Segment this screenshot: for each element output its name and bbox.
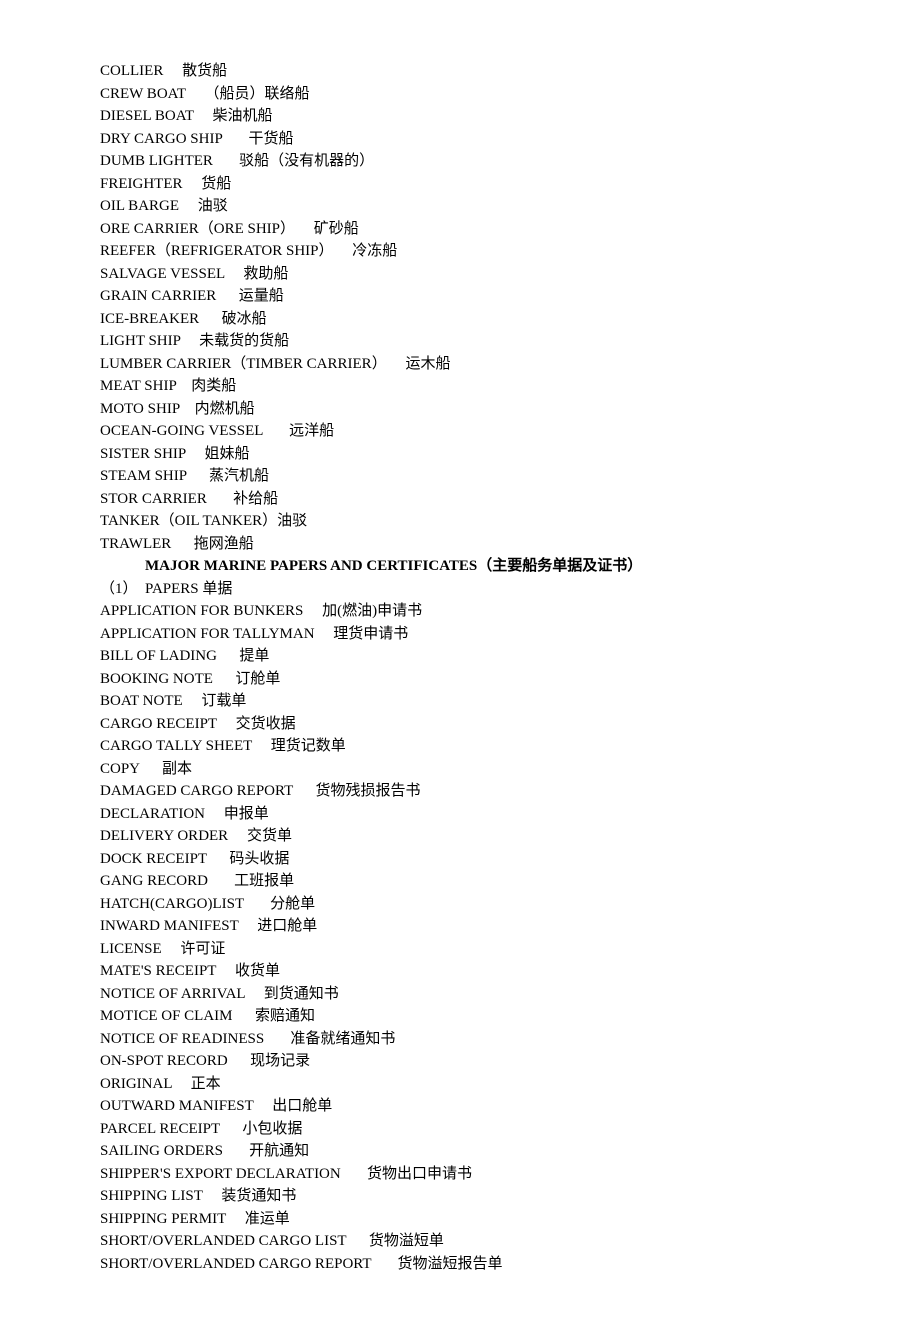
text-line: SHIPPING PERMIT 准运单 — [100, 1208, 820, 1231]
text-line: MATE'S RECEIPT 收货单 — [100, 960, 820, 983]
text-line: HATCH(CARGO)LIST 分舱单 — [100, 893, 820, 916]
text-line: TRAWLER 拖网渔船 — [100, 533, 820, 556]
text-line: COPY 副本 — [100, 758, 820, 781]
text-line: APPLICATION FOR BUNKERS 加(燃油)申请书 — [100, 600, 820, 623]
text-line: DELIVERY ORDER 交货单 — [100, 825, 820, 848]
text-line: INWARD MANIFEST 进口舱单 — [100, 915, 820, 938]
text-line: STOR CARRIER 补给船 — [100, 488, 820, 511]
text-line: TANKER（OIL TANKER）油驳 — [100, 510, 820, 533]
text-line: DECLARATION 申报单 — [100, 803, 820, 826]
text-line: STEAM SHIP 蒸汽机船 — [100, 465, 820, 488]
text-line: ORE CARRIER（ORE SHIP） 矿砂船 — [100, 218, 820, 241]
text-line: MAJOR MARINE PAPERS AND CERTIFICATES（主要船… — [100, 555, 820, 578]
text-line: SHORT/OVERLANDED CARGO REPORT 货物溢短报告单 — [100, 1253, 820, 1276]
text-line: DIESEL BOAT 柴油机船 — [100, 105, 820, 128]
text-line: CARGO RECEIPT 交货收据 — [100, 713, 820, 736]
text-line: BOOKING NOTE 订舱单 — [100, 668, 820, 691]
text-line: LUMBER CARRIER（TIMBER CARRIER） 运木船 — [100, 353, 820, 376]
text-line: PARCEL RECEIPT 小包收据 — [100, 1118, 820, 1141]
text-line: COLLIER 散货船 — [100, 60, 820, 83]
document-content: COLLIER 散货船CREW BOAT （船员）联络船DIESEL BOAT … — [100, 60, 820, 1275]
text-line: BILL OF LADING 提单 — [100, 645, 820, 668]
text-line: GANG RECORD 工班报单 — [100, 870, 820, 893]
text-line: OCEAN-GOING VESSEL 远洋船 — [100, 420, 820, 443]
text-line: SHORT/OVERLANDED CARGO LIST 货物溢短单 — [100, 1230, 820, 1253]
text-line: OIL BARGE 油驳 — [100, 195, 820, 218]
text-line: MEAT SHIP 肉类船 — [100, 375, 820, 398]
text-line: MOTICE OF CLAIM 索赔通知 — [100, 1005, 820, 1028]
text-line: SALVAGE VESSEL 救助船 — [100, 263, 820, 286]
text-line: SAILING ORDERS 开航通知 — [100, 1140, 820, 1163]
text-line: GRAIN CARRIER 运量船 — [100, 285, 820, 308]
text-line: CARGO TALLY SHEET 理货记数单 — [100, 735, 820, 758]
text-line: REEFER（REFRIGERATOR SHIP） 冷冻船 — [100, 240, 820, 263]
text-line: ON-SPOT RECORD 现场记录 — [100, 1050, 820, 1073]
text-line: BOAT NOTE 订载单 — [100, 690, 820, 713]
text-line: MOTO SHIP 内燃机船 — [100, 398, 820, 421]
text-line: DUMB LIGHTER 驳船（没有机器的） — [100, 150, 820, 173]
text-line: SHIPPING LIST 装货通知书 — [100, 1185, 820, 1208]
text-line: LIGHT SHIP 未载货的货船 — [100, 330, 820, 353]
text-line: SISTER SHIP 姐妹船 — [100, 443, 820, 466]
text-line: DRY CARGO SHIP 干货船 — [100, 128, 820, 151]
text-line: DAMAGED CARGO REPORT 货物残损报告书 — [100, 780, 820, 803]
text-line: APPLICATION FOR TALLYMAN 理货申请书 — [100, 623, 820, 646]
text-line: NOTICE OF ARRIVAL 到货通知书 — [100, 983, 820, 1006]
text-line: FREIGHTER 货船 — [100, 173, 820, 196]
text-line: SHIPPER'S EXPORT DECLARATION 货物出口申请书 — [100, 1163, 820, 1186]
text-line: CREW BOAT （船员）联络船 — [100, 83, 820, 106]
text-line: DOCK RECEIPT 码头收据 — [100, 848, 820, 871]
text-line: LICENSE 许可证 — [100, 938, 820, 961]
text-line: ICE-BREAKER 破冰船 — [100, 308, 820, 331]
text-line: OUTWARD MANIFEST 出口舱单 — [100, 1095, 820, 1118]
text-line: （1） PAPERS 单据 — [100, 578, 820, 601]
text-line: ORIGINAL 正本 — [100, 1073, 820, 1096]
text-line: NOTICE OF READINESS 准备就绪通知书 — [100, 1028, 820, 1051]
